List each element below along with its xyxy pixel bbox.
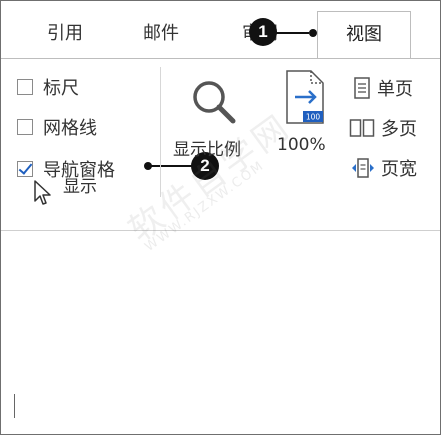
group-divider <box>160 67 161 197</box>
gridlines-toggle[interactable]: 网格线 <box>17 115 97 139</box>
multi-page-icon <box>349 119 375 137</box>
mouse-pointer-icon <box>34 180 51 205</box>
multi-page-button[interactable]: 多页 <box>349 115 417 141</box>
callout-1: 1 <box>249 18 277 46</box>
single-page-icon <box>354 77 370 99</box>
tab-references[interactable]: 引用 <box>33 13 97 55</box>
gridlines-label: 网格线 <box>43 118 97 139</box>
zoom-label[interactable]: 显示比例 <box>173 135 241 160</box>
single-page-button[interactable]: 单页 <box>353 75 413 101</box>
ruler-label: 标尺 <box>43 78 79 99</box>
multi-page-label: 多页 <box>381 119 417 140</box>
zoom-100-badge-text: 100 <box>306 113 321 122</box>
navigation-pane-checkbox[interactable] <box>17 161 33 177</box>
zoom-100-label[interactable]: 100% <box>277 135 326 155</box>
gridlines-checkbox[interactable] <box>17 119 33 135</box>
page-width-label: 页宽 <box>381 159 417 180</box>
tab-mailings[interactable]: 邮件 <box>129 13 193 55</box>
tab-view[interactable]: 视图 <box>317 11 411 58</box>
ruler-toggle[interactable]: 标尺 <box>17 75 79 99</box>
single-page-label: 单页 <box>377 79 413 100</box>
show-group-label: 显示 <box>63 177 97 197</box>
ruler-checkbox[interactable] <box>17 79 33 95</box>
text-cursor <box>14 394 15 418</box>
app-frame: 引用 邮件 审阅 视图 1 标尺 网格线 导航窗格 2 显示 显示比例 <box>0 0 441 435</box>
page-width-icon <box>352 158 374 178</box>
document-canvas[interactable] <box>1 231 440 434</box>
ribbon-tab-bar: 引用 邮件 审阅 视图 <box>1 1 440 58</box>
zoom-100-icon[interactable]: 100 <box>281 67 331 129</box>
page-width-button[interactable]: 页宽 <box>351 155 417 181</box>
zoom-magnifier-icon[interactable] <box>187 75 239 127</box>
